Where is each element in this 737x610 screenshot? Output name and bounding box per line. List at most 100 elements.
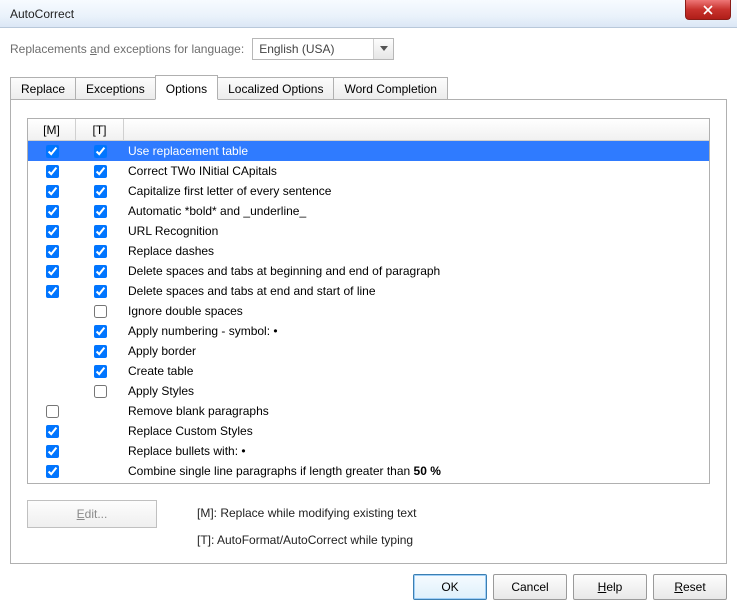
- options-table-header: [M] [T]: [28, 119, 709, 141]
- column-header-desc[interactable]: [124, 119, 709, 140]
- checkbox-m[interactable]: [46, 285, 59, 298]
- option-row[interactable]: Capitalize first letter of every sentenc…: [28, 181, 709, 201]
- language-row: Replacements and exceptions for language…: [10, 38, 727, 60]
- option-row[interactable]: Apply numbering - symbol: •: [28, 321, 709, 341]
- option-label: Automatic *bold* and _underline_: [124, 204, 705, 218]
- checkbox-m[interactable]: [46, 185, 59, 198]
- edit-button: Edit...: [27, 500, 157, 528]
- checkbox-m[interactable]: [46, 405, 59, 418]
- checkbox-t[interactable]: [94, 285, 107, 298]
- cell-m: [28, 245, 76, 258]
- checkbox-m[interactable]: [46, 145, 59, 158]
- close-button[interactable]: [685, 0, 731, 20]
- language-combo-value: English (USA): [253, 39, 373, 59]
- cell-t: [76, 165, 124, 178]
- tab-exceptions[interactable]: Exceptions: [75, 77, 156, 100]
- checkbox-m[interactable]: [46, 225, 59, 238]
- option-label: Ignore double spaces: [124, 304, 705, 318]
- cell-m: [28, 145, 76, 158]
- option-row[interactable]: URL Recognition: [28, 221, 709, 241]
- cell-t: [76, 225, 124, 238]
- option-row[interactable]: Combine single line paragraphs if length…: [28, 461, 709, 481]
- options-table-body[interactable]: Use replacement table Correct TWo INitial…: [28, 141, 709, 483]
- option-label: Delete spaces and tabs at beginning and …: [124, 264, 705, 278]
- option-label: Use replacement table: [124, 144, 705, 158]
- option-row[interactable]: Create table: [28, 361, 709, 381]
- checkbox-t[interactable]: [94, 365, 107, 378]
- checkbox-t[interactable]: [94, 345, 107, 358]
- cell-m: [28, 185, 76, 198]
- tab-replace[interactable]: Replace: [10, 77, 76, 100]
- cell-t: [76, 285, 124, 298]
- option-label: Delete spaces and tabs at end and start …: [124, 284, 705, 298]
- option-row[interactable]: Apply Styles: [28, 381, 709, 401]
- cell-t: [76, 325, 124, 338]
- checkbox-t[interactable]: [94, 325, 107, 338]
- checkbox-m[interactable]: [46, 425, 59, 438]
- checkbox-m[interactable]: [46, 265, 59, 278]
- option-row[interactable]: Apply border: [28, 341, 709, 361]
- checkbox-t[interactable]: [94, 245, 107, 258]
- tab-localized-options[interactable]: Localized Options: [217, 77, 334, 100]
- checkbox-t[interactable]: [94, 185, 107, 198]
- cell-m: [28, 405, 76, 418]
- legend-m: [M]: Replace while modifying existing te…: [197, 500, 416, 526]
- language-combo[interactable]: English (USA): [252, 38, 394, 60]
- ok-button[interactable]: OK: [413, 574, 487, 600]
- close-icon: [703, 5, 713, 15]
- checkbox-t[interactable]: [94, 145, 107, 158]
- cell-m: [28, 465, 76, 478]
- cell-t: [76, 385, 124, 398]
- option-row[interactable]: Remove blank paragraphs: [28, 401, 709, 421]
- cell-t: [76, 205, 124, 218]
- cell-t: [76, 305, 124, 318]
- cell-m: [28, 265, 76, 278]
- cell-t: [76, 145, 124, 158]
- dialog-button-row: OK Cancel Help Reset: [10, 564, 727, 610]
- option-row[interactable]: Replace dashes: [28, 241, 709, 261]
- legend-t: [T]: AutoFormat/AutoCorrect while typing: [197, 527, 416, 553]
- tab-options[interactable]: Options: [155, 75, 218, 100]
- checkbox-t[interactable]: [94, 385, 107, 398]
- cell-t: [76, 345, 124, 358]
- checkbox-m[interactable]: [46, 205, 59, 218]
- option-row[interactable]: Delete spaces and tabs at beginning and …: [28, 261, 709, 281]
- checkbox-t[interactable]: [94, 225, 107, 238]
- option-label: Create table: [124, 364, 705, 378]
- column-header-t[interactable]: [T]: [76, 119, 124, 140]
- cell-m: [28, 205, 76, 218]
- checkbox-t[interactable]: [94, 305, 107, 318]
- title-bar: AutoCorrect: [0, 0, 737, 28]
- column-header-m[interactable]: [M]: [28, 119, 76, 140]
- checkbox-t[interactable]: [94, 165, 107, 178]
- tab-strip: ReplaceExceptionsOptionsLocalized Option…: [10, 74, 727, 100]
- option-row[interactable]: Replace Custom Styles: [28, 421, 709, 441]
- option-label: Apply Styles: [124, 384, 705, 398]
- chevron-down-icon[interactable]: [373, 39, 393, 59]
- checkbox-m[interactable]: [46, 245, 59, 258]
- options-table: [M] [T] Use replacement table Correct TWo…: [27, 118, 710, 484]
- option-label: Replace bullets with: •: [124, 444, 705, 458]
- option-row[interactable]: Use replacement table: [28, 141, 709, 161]
- option-label: Correct TWo INitial CApitals: [124, 164, 705, 178]
- checkbox-t[interactable]: [94, 265, 107, 278]
- cell-t: [76, 365, 124, 378]
- option-row[interactable]: Automatic *bold* and _underline_: [28, 201, 709, 221]
- help-button[interactable]: Help: [573, 574, 647, 600]
- checkbox-t[interactable]: [94, 205, 107, 218]
- option-label: URL Recognition: [124, 224, 705, 238]
- cancel-button[interactable]: Cancel: [493, 574, 567, 600]
- cell-t: [76, 185, 124, 198]
- option-row[interactable]: Replace bullets with: •: [28, 441, 709, 461]
- checkbox-m[interactable]: [46, 445, 59, 458]
- reset-button[interactable]: Reset: [653, 574, 727, 600]
- checkbox-m[interactable]: [46, 165, 59, 178]
- option-row[interactable]: Correct TWo INitial CApitals: [28, 161, 709, 181]
- option-row[interactable]: Delete spaces and tabs at end and start …: [28, 281, 709, 301]
- option-label: Apply numbering - symbol: •: [124, 324, 705, 338]
- option-row[interactable]: Ignore double spaces: [28, 301, 709, 321]
- tab-word-completion[interactable]: Word Completion: [333, 77, 447, 100]
- checkbox-m[interactable]: [46, 465, 59, 478]
- option-label: Capitalize first letter of every sentenc…: [124, 184, 705, 198]
- cell-m: [28, 445, 76, 458]
